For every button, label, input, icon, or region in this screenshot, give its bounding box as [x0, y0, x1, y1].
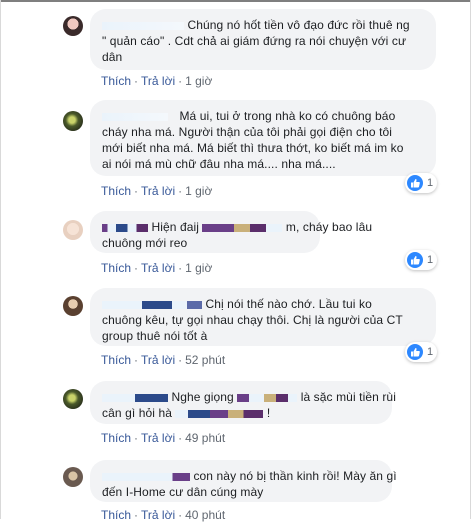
- reaction-number: 1: [427, 177, 434, 189]
- comment-text-line: chuông kêu, tự gọi nhau chạy thôi. Chị l…: [102, 313, 403, 327]
- redacted-mention: [202, 223, 283, 232]
- comment-actions: Thích · Trả lời · 1 giờ: [101, 74, 213, 88]
- comment-text-line: Hiện đaij: [151, 220, 200, 234]
- comment-text-line: Chúng nó hốt tiền vô đạo đức rồi thuê ng: [187, 18, 410, 32]
- like-link[interactable]: Thích: [101, 431, 131, 445]
- avatar[interactable]: [63, 16, 83, 36]
- reply-link[interactable]: Trả lời: [141, 261, 175, 275]
- redacted-name: [102, 112, 168, 121]
- timestamp[interactable]: 49 phút: [185, 431, 225, 445]
- comment-bubble: Má ui, tui ở trong nhà ko có chuông báo …: [90, 100, 436, 176]
- redacted-name: [102, 223, 148, 232]
- comment-bubble: Chị nói thế nào chớ. Lầu tui ko chuông k…: [90, 288, 436, 346]
- comment-bubble: Hiện đaij m, cháy bao lâu chuông mới reo: [90, 211, 372, 253]
- avatar[interactable]: [63, 467, 83, 487]
- redacted-name: [102, 472, 190, 481]
- like-link[interactable]: Thích: [101, 353, 131, 367]
- comment-text-line: dân: [102, 50, 123, 64]
- redacted-name: [102, 393, 168, 402]
- like-link[interactable]: Thích: [101, 74, 131, 88]
- timestamp[interactable]: 52 phút: [185, 353, 225, 367]
- avatar[interactable]: [63, 296, 83, 316]
- comment-actions: Thích · Trả lời · 49 phút: [101, 431, 226, 445]
- redacted-mention: [237, 393, 298, 402]
- redacted-name: [102, 21, 184, 30]
- comment-text-line: Nghe giọng: [171, 390, 234, 404]
- comment-text-line: mới biết nha má. Má biết thì thưa thớt, …: [102, 141, 404, 155]
- comment-bubble: Nghe giọng là sặc mùi tiền rùi cân gì hỏ…: [90, 381, 396, 424]
- like-icon: [407, 252, 423, 268]
- comment-bubble: Chúng nó hốt tiền vô đạo đức rồi thuê ng…: [90, 9, 436, 70]
- redacted-mention: [175, 409, 264, 418]
- comment-actions: Thích · Trả lời · 1 giờ: [101, 184, 213, 198]
- reaction-count[interactable]: 1: [405, 173, 438, 193]
- comment-text-line: Má ui, tui ở trong nhà ko có chuông báo: [179, 109, 396, 123]
- timestamp[interactable]: 1 giờ: [185, 184, 212, 198]
- avatar[interactable]: [63, 111, 83, 131]
- like-icon: [407, 344, 423, 360]
- reply-link[interactable]: Trả lời: [141, 74, 175, 88]
- reaction-number: 1: [427, 346, 434, 358]
- comment-text-line: ai nói má mù chữ đâu nha má.... nha má..…: [102, 157, 336, 171]
- comment-text-line: chuông mới reo: [102, 236, 188, 250]
- avatar[interactable]: [63, 389, 83, 409]
- like-link[interactable]: Thích: [101, 261, 131, 275]
- comment-text-line: cân gì hỏi hà: [102, 406, 173, 420]
- comment-text-line: đến I-Home cư dân cúng mày: [102, 485, 264, 499]
- timestamp[interactable]: 40 phút: [185, 508, 225, 522]
- reaction-number: 1: [427, 254, 434, 266]
- reply-link[interactable]: Trả lời: [141, 431, 175, 445]
- comment-text-line: !: [266, 406, 271, 420]
- avatar[interactable]: [63, 220, 83, 240]
- timestamp[interactable]: 1 giờ: [185, 261, 212, 275]
- reply-link[interactable]: Trả lời: [141, 184, 175, 198]
- comment-actions: Thích · Trả lời · 40 phút: [101, 508, 226, 522]
- like-link[interactable]: Thích: [101, 184, 131, 198]
- reaction-count[interactable]: 1: [405, 342, 438, 362]
- comment-bubble: con này nó bị thần kinh rồi! Mày ăn gì đ…: [90, 460, 397, 502]
- timestamp[interactable]: 1 giờ: [185, 74, 212, 88]
- reaction-count[interactable]: 1: [405, 250, 438, 270]
- window-left-border: [0, 0, 1, 519]
- window-top-border: [0, 0, 471, 2]
- comment-actions: Thích · Trả lời · 1 giờ: [101, 261, 213, 275]
- comment-text-line: là sặc mùi tiền rùi: [300, 390, 396, 404]
- like-link[interactable]: Thích: [101, 508, 131, 522]
- comment-text-line: cháy nha má. Người thận của tôi phải gọi…: [102, 125, 393, 139]
- comment-text-line: m, cháy bao lâu: [285, 220, 373, 234]
- comment-actions: Thích · Trả lời · 52 phút: [101, 353, 226, 367]
- redacted-name: [102, 300, 202, 309]
- comment-text-line: con này nó bị thần kinh rồi! Mày ăn gì: [193, 469, 397, 483]
- comment-text-line: Chị nói thế nào chớ. Lầu tui ko: [205, 297, 372, 311]
- like-icon: [407, 175, 423, 191]
- comment-text-line: " quản cáo" . Cdt chả ai giám đứng ra nó…: [102, 34, 407, 48]
- reply-link[interactable]: Trả lời: [141, 508, 175, 522]
- reply-link[interactable]: Trả lời: [141, 353, 175, 367]
- comment-text-line: group thuê nói tốt à: [102, 329, 208, 343]
